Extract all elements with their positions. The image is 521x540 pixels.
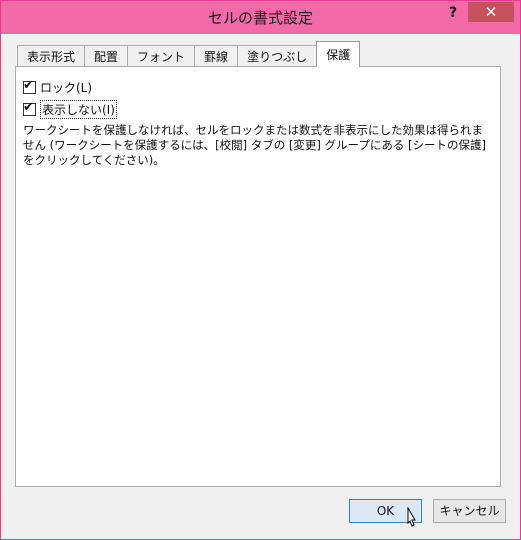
- tab-protection[interactable]: 保護: [316, 41, 361, 67]
- tab-number[interactable]: 表示形式: [17, 45, 86, 67]
- hidden-label: 表示しない(I): [40, 100, 117, 119]
- help-button[interactable]: ?: [440, 3, 466, 25]
- lock-option[interactable]: ✔ ロック(L): [23, 78, 93, 96]
- tab-strip: 表示形式 配置 フォント 罫線 塗りつぶし 保護: [17, 41, 361, 67]
- checkmark-icon: ✔: [23, 100, 34, 115]
- protection-description: ワークシートを保護しなければ、セルをロックまたは数式を非表示にした効果は得られま…: [23, 123, 486, 167]
- tab-font[interactable]: フォント: [127, 45, 196, 67]
- tab-alignment[interactable]: 配置: [84, 45, 129, 67]
- title-bar[interactable]: セルの書式設定 ? ✕: [1, 1, 520, 34]
- format-cells-dialog: セルの書式設定 ? ✕ 表示形式 配置 フォント 罫線 塗りつぶし 保護 ✔ ロ…: [0, 0, 521, 540]
- hidden-option[interactable]: ✔ 表示しない(I): [23, 100, 117, 119]
- mouse-cursor-icon: [407, 507, 416, 527]
- dialog-body: 表示形式 配置 フォント 罫線 塗りつぶし 保護 ✔ ロック(L) ✔ 表示しな…: [9, 35, 512, 533]
- hidden-checkbox[interactable]: ✔: [23, 100, 36, 116]
- lock-label: ロック(L): [40, 81, 93, 95]
- tab-fill[interactable]: 塗りつぶし: [237, 45, 318, 67]
- lock-checkbox[interactable]: ✔: [23, 78, 36, 94]
- tab-border[interactable]: 罫線: [194, 45, 239, 67]
- close-button[interactable]: ✕: [468, 2, 514, 22]
- protection-panel: ✔ ロック(L) ✔ 表示しない(I) ワークシートを保護しなければ、セルをロッ…: [15, 66, 501, 487]
- checkmark-icon: ✔: [23, 78, 34, 93]
- cancel-button[interactable]: キャンセル: [433, 499, 506, 523]
